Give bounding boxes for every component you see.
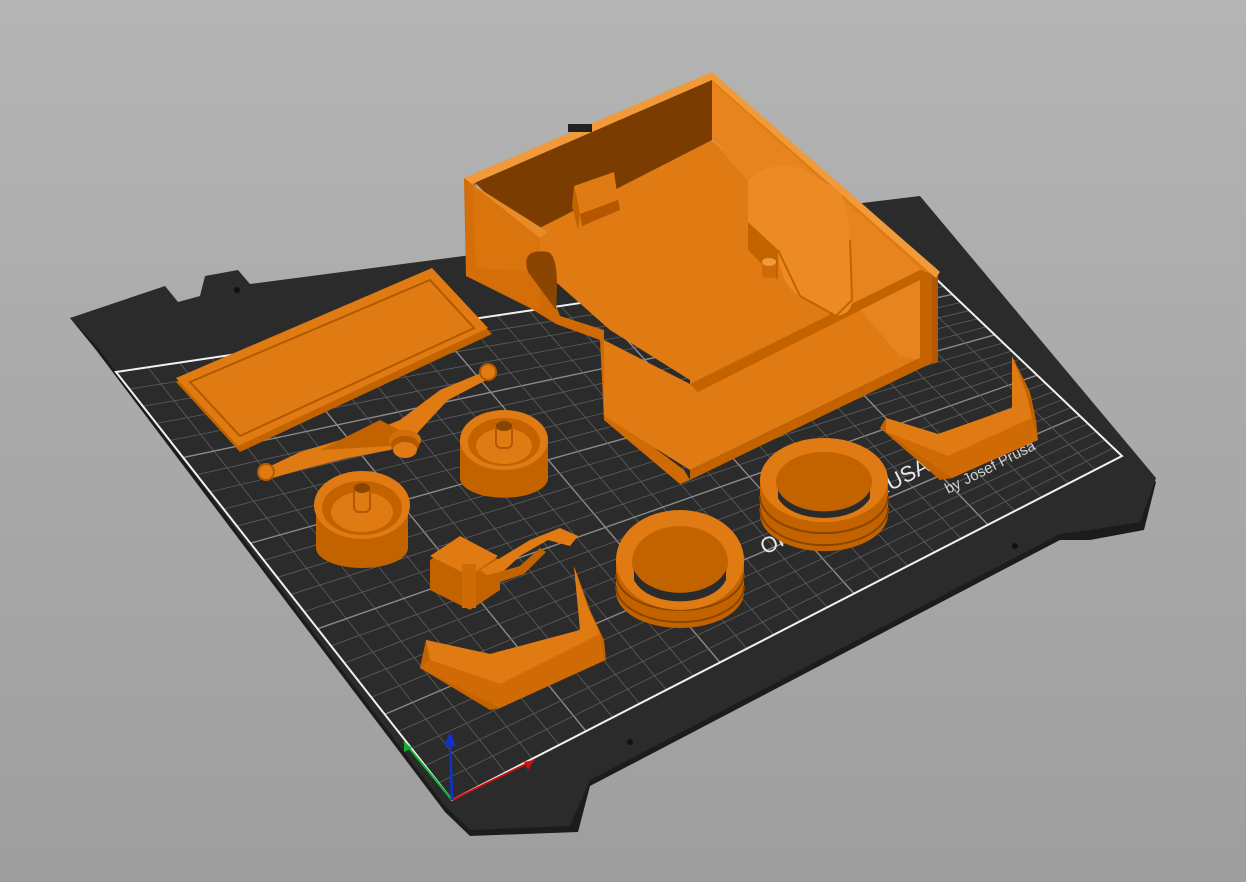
part-tire-front[interactable]	[615, 510, 745, 628]
bed-hole-left	[234, 287, 240, 293]
3d-viewport[interactable]: ORIGINAL PRUSA by Josef Prusa	[0, 0, 1246, 882]
part-wheel-rim-back[interactable]	[460, 410, 548, 498]
slicer-scene[interactable]: ORIGINAL PRUSA by Josef Prusa	[0, 0, 1246, 882]
part-tire-back[interactable]	[759, 438, 889, 552]
part-wheel-rim-front[interactable]	[314, 471, 410, 568]
bed-hole-right	[1012, 543, 1018, 549]
bed-hole-bottom	[627, 739, 633, 745]
